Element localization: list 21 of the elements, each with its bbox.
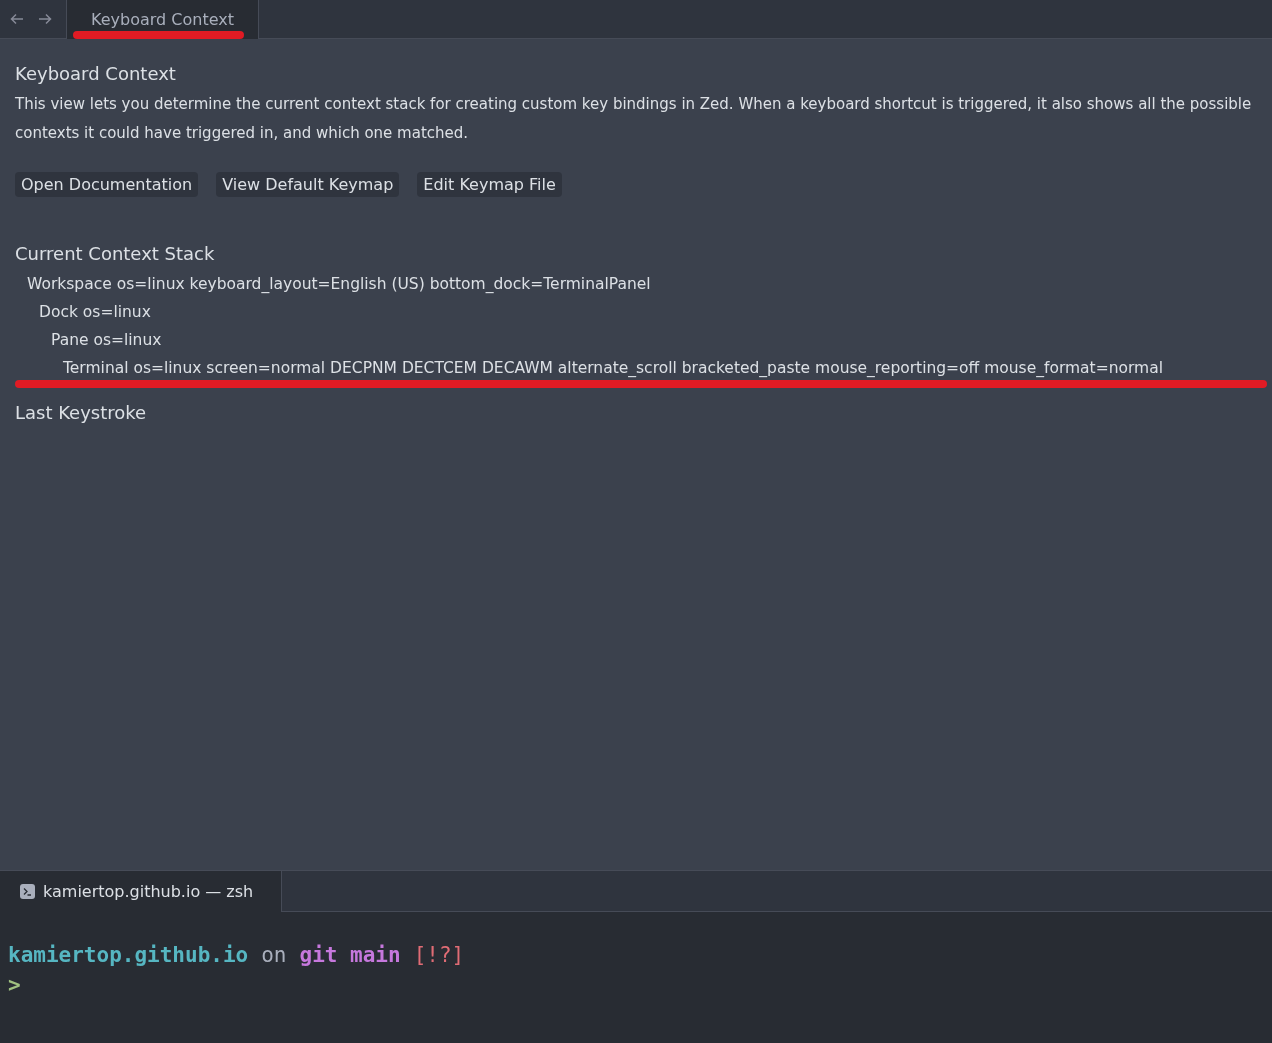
action-button[interactable]: Edit Keymap File bbox=[417, 172, 562, 197]
section-heading: Current Context Stack bbox=[15, 243, 216, 264]
context-entry: Terminal os=linux screen=normal DECPNM DECTCEM DECAWM alternate_scroll bracketed_paste mouse_reporting=off mouse_format=normal bbox=[63, 359, 1163, 377]
terminal-tab[interactable]: kamiertop.github.io — zsh bbox=[0, 871, 283, 912]
prompt-text: kamiertop.github.io bbox=[8, 943, 249, 967]
forward-arrow-icon[interactable] bbox=[38, 12, 52, 26]
terminal-icon bbox=[20, 884, 35, 899]
context-entry: Pane os=linux bbox=[51, 331, 162, 349]
prompt-text: on bbox=[261, 943, 287, 967]
editor-tab[interactable]: Keyboard Context bbox=[66, 0, 259, 39]
context-entry: Workspace os=linux keyboard_layout=English (US) bottom_dock=TerminalPanel bbox=[27, 275, 651, 293]
view-title: Keyboard Context bbox=[15, 63, 177, 84]
context-entry: Dock os=linux bbox=[39, 303, 151, 321]
section-heading: Last Keystroke bbox=[15, 402, 148, 423]
prompt-symbol: > bbox=[8, 972, 21, 999]
back-arrow-icon[interactable] bbox=[10, 12, 24, 26]
action-button[interactable]: View Default Keymap bbox=[216, 172, 400, 197]
description: This view lets you determine the current context stack for creating custom key bindings in Zed. When a keyboard shortcut is triggered, it also shows all the possible contexts it could have triggered in, and which one matched. bbox=[15, 94, 1253, 144]
prompt-text: [!?] bbox=[413, 943, 465, 967]
action-button[interactable]: Open Documentation bbox=[15, 172, 199, 197]
prompt-text: git main bbox=[299, 943, 401, 967]
